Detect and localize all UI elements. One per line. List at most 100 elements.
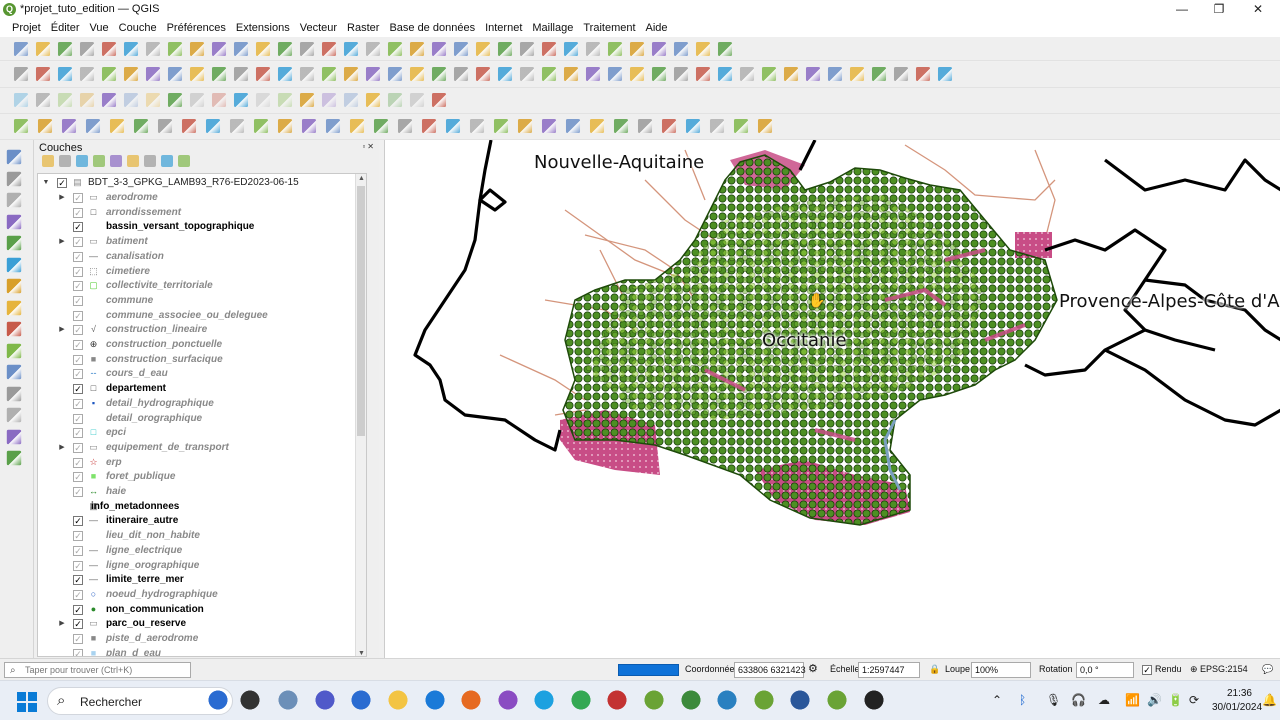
tb1-tool-button-icon[interactable] <box>35 41 51 57</box>
tb4-tool-button-icon[interactable] <box>349 118 365 134</box>
add-layer-button-icon[interactable] <box>6 386 22 401</box>
layer-row-commune-associee-ou-deleguee[interactable]: ✓ commune_associee_ou_deleguee <box>38 309 366 324</box>
tb4-tool-button-icon[interactable] <box>205 118 221 134</box>
powerpoint-icon[interactable] <box>606 689 628 711</box>
layer-visibility-checkbox[interactable]: ✓ <box>73 648 83 656</box>
layer-visibility-checkbox[interactable]: ✓ <box>73 589 83 600</box>
tb3-tool-button-icon[interactable] <box>233 92 249 108</box>
tb4-tool-button-icon[interactable] <box>301 118 317 134</box>
expand-arrow-icon[interactable]: ▶ <box>58 617 66 631</box>
layer-row-parc-ou-reserve[interactable]: ▶ ✓ ▭ parc_ou_reserve <box>38 617 366 632</box>
app-icon[interactable] <box>716 689 738 711</box>
tb4-tool-button-icon[interactable] <box>109 118 125 134</box>
headset-icon[interactable]: 🎧 <box>1071 693 1086 707</box>
layer-visibility-checkbox[interactable]: ✓ <box>73 237 83 248</box>
tb2-tool-button-icon[interactable] <box>871 66 887 82</box>
expand-arrow-icon[interactable]: ▶ <box>58 191 66 205</box>
menu-projet[interactable]: Projet <box>7 19 46 37</box>
layer-panel-tool-icon[interactable] <box>127 155 139 167</box>
layer-visibility-checkbox[interactable]: ✓ <box>73 281 83 292</box>
battery-icon[interactable]: 🔋 <box>1168 693 1183 707</box>
tb1-tool-button-icon[interactable] <box>167 41 183 57</box>
tb1-tool-button-icon[interactable] <box>255 41 271 57</box>
layer-visibility-checkbox[interactable]: ✓ <box>73 487 83 497</box>
layer-row-arrondissement[interactable]: ✓ □ arrondissement <box>38 206 366 221</box>
tb2-tool-button-icon[interactable] <box>189 66 205 82</box>
tb3-tool-button-icon[interactable] <box>35 92 51 108</box>
tb3-tool-button-icon[interactable] <box>299 92 315 108</box>
tb2-tool-button-icon[interactable] <box>123 66 139 82</box>
layer-row-cimetiere[interactable]: ✓ ⬚ cimetiere <box>38 265 366 280</box>
render-checkbox[interactable]: ✓ <box>1142 665 1152 675</box>
menu-raster[interactable]: Raster <box>342 19 384 37</box>
tb4-tool-button-icon[interactable] <box>661 118 677 134</box>
cloud-icon[interactable]: ☁ <box>1098 693 1110 707</box>
toggle-extents-icon[interactable]: ⚙ <box>808 662 818 675</box>
layer-row-detail-hydrographique[interactable]: ✓ ▪ detail_hydrographique <box>38 397 366 412</box>
tb4-tool-button-icon[interactable] <box>13 118 29 134</box>
tb1-tool-button-icon[interactable] <box>299 41 315 57</box>
tb3-tool-button-icon[interactable] <box>79 92 95 108</box>
tb4-tool-button-icon[interactable] <box>493 118 509 134</box>
collapse-arrow-icon[interactable]: ▼ <box>42 176 50 190</box>
layer-row-ligne-electrique[interactable]: ✓ — ligne_electrique <box>38 544 366 559</box>
menu-base-de-données[interactable]: Base de données <box>384 19 480 37</box>
layer-tree[interactable]: ▼ ✓ ▤ BDT_3-3_GPKG_LAMB93_R76-ED2023-06-… <box>37 173 367 657</box>
crs-button[interactable]: ⊕ EPSG:2154 <box>1190 664 1248 675</box>
microphone-icon[interactable]: 🎙 <box>1046 693 1061 707</box>
layer-row-construction-lineaire[interactable]: ▶ ✓ √ construction_lineaire <box>38 323 366 338</box>
widgets-icon[interactable] <box>207 689 229 711</box>
store-icon[interactable] <box>350 689 372 711</box>
tb2-tool-button-icon[interactable] <box>519 66 535 82</box>
edge-beta-icon[interactable] <box>277 689 299 711</box>
tb1-tool-button-icon[interactable] <box>585 41 601 57</box>
layer-visibility-checkbox[interactable]: ✓ <box>73 457 83 468</box>
layer-visibility-checkbox[interactable]: ✓ <box>73 266 83 277</box>
tb3-tool-button-icon[interactable] <box>189 92 205 108</box>
menu-internet[interactable]: Internet <box>480 19 527 37</box>
layer-panel-tool-icon[interactable] <box>93 155 105 167</box>
magnifier-field[interactable]: 100% <box>971 662 1031 678</box>
tb2-tool-button-icon[interactable] <box>431 66 447 82</box>
tb4-tool-button-icon[interactable] <box>277 118 293 134</box>
layer-row-foret-publique[interactable]: ✓ ■ foret_publique <box>38 470 366 485</box>
menu-couche[interactable]: Couche <box>114 19 162 37</box>
add-layer-button-icon[interactable] <box>6 321 22 337</box>
task-view-icon[interactable] <box>239 689 261 711</box>
tb2-tool-button-icon[interactable] <box>585 66 601 82</box>
tb1-tool-button-icon[interactable] <box>277 41 293 57</box>
layer-visibility-checkbox[interactable]: ✓ <box>73 207 83 218</box>
add-layer-button-icon[interactable] <box>6 343 22 358</box>
layer-row-erp[interactable]: ✓ ☆ erp <box>38 456 366 471</box>
tb1-tool-button-icon[interactable] <box>541 41 557 57</box>
add-layer-button-icon[interactable] <box>6 192 22 208</box>
tb4-tool-button-icon[interactable] <box>61 118 77 134</box>
layer-visibility-checkbox[interactable]: ✓ <box>73 413 83 424</box>
tb2-tool-button-icon[interactable] <box>387 66 403 82</box>
add-layer-button-icon[interactable] <box>6 364 22 380</box>
scale-field[interactable]: 1:2597447 <box>858 662 920 678</box>
layer-row-lieu-dit-non-habite[interactable]: ✓ lieu_dit_non_habite <box>38 529 366 544</box>
layer-visibility-checkbox[interactable]: ✓ <box>73 442 83 453</box>
tb2-tool-button-icon[interactable] <box>893 66 909 82</box>
tb4-tool-button-icon[interactable] <box>421 118 437 134</box>
menu-vue[interactable]: Vue <box>85 19 114 37</box>
tb3-tool-button-icon[interactable] <box>365 92 381 108</box>
layer-visibility-checkbox[interactable]: ✓ <box>73 340 83 350</box>
tb4-tool-button-icon[interactable] <box>589 118 605 134</box>
add-layer-button-icon[interactable] <box>6 278 22 294</box>
tb4-tool-button-icon[interactable] <box>37 118 53 134</box>
mail-icon[interactable] <box>424 689 446 711</box>
tb3-tool-button-icon[interactable] <box>255 92 271 108</box>
tree-root-row[interactable]: ▼ ✓ ▤ BDT_3-3_GPKG_LAMB93_R76-ED2023-06-… <box>38 176 366 191</box>
layer-panel-tool-icon[interactable] <box>76 155 88 167</box>
tb4-tool-button-icon[interactable] <box>85 118 101 134</box>
snipping-tool-icon[interactable] <box>497 689 519 711</box>
taskbar-search[interactable]: ⌕ Rechercher <box>47 687 233 715</box>
tb2-tool-button-icon[interactable] <box>717 66 733 82</box>
tb1-tool-button-icon[interactable] <box>409 41 425 57</box>
tb3-tool-button-icon[interactable] <box>167 92 183 108</box>
tb2-tool-button-icon[interactable] <box>827 66 843 82</box>
layer-row-batiment[interactable]: ▶ ✓ ▭ batiment <box>38 235 366 250</box>
tb2-tool-button-icon[interactable] <box>365 66 381 82</box>
